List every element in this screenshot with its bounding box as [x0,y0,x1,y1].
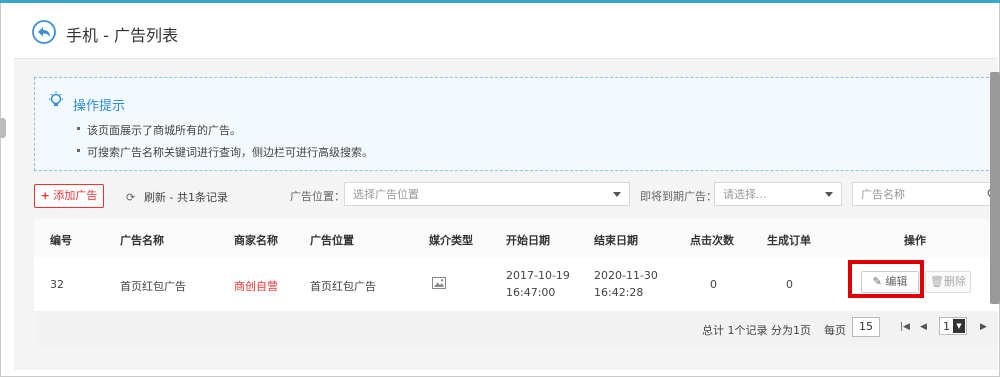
tips-title: 操作提示 [73,99,126,114]
top-accent-line [0,0,1000,3]
page-select[interactable]: 1 ▼ [939,317,967,335]
expire-select[interactable]: 请选择... [714,182,842,206]
page-content: 手机 - 广告列表 操作提示 该页面展示了商城所有的广告。 可搜索广告名称关键词… [14,6,999,370]
tip-item: 该页面展示了商城所有的广告。 [77,122,241,138]
tip-item: 可搜索广告名称关键词进行查询，侧边栏可进行高级搜索。 [77,144,373,160]
back-arrow-icon[interactable] [32,20,56,44]
page-header: 手机 - 广告列表 [14,6,998,59]
refresh-button[interactable]: ⟳ 刷新 - 共1条记录 [126,189,228,205]
chevron-down-icon [825,192,833,197]
cell-end-date: 2020-11-30 [594,269,658,282]
tip-text: 该页面展示了商城所有的广告。 [87,124,241,137]
pagination-bar: 总计 1个记录 分为1页 每页 15 |◀ ◀ 1 ▼ ▶ [34,311,998,346]
column-header: 操作 [904,234,926,247]
column-header: 媒介类型 [429,234,473,247]
refresh-icon: ⟳ [126,191,136,204]
sidebar-toggle-handle[interactable] [0,118,6,138]
lightbulb-icon [49,91,63,106]
delete-button[interactable]: 🗑删除 [925,271,971,293]
cell-id: 32 [50,278,64,291]
bullet-dot [77,149,80,152]
ad-table: 编号 广告名称 商家名称 广告位置 媒介类型 开始日期 结束日期 点击次数 生成… [34,219,998,346]
column-header: 结束日期 [594,234,638,247]
cell-ad-name: 首页红包广告 [120,280,186,293]
cell-orders: 0 [786,278,793,291]
column-header: 广告位置 [310,234,354,247]
column-header: 编号 [50,234,72,247]
tip-text: 可搜索广告名称关键词进行查询，侧边栏可进行高级搜索。 [87,146,373,159]
trash-icon: 🗑 [930,275,944,288]
chevron-down-icon [613,192,621,197]
prev-page-icon[interactable]: ◀ [920,322,927,332]
next-page-icon[interactable]: ▶ [980,322,987,332]
image-icon [432,277,446,289]
first-page-icon[interactable]: |◀ [900,322,910,332]
position-select-value: 选择广告位置 [353,188,419,201]
delete-label: 删除 [943,275,966,288]
search-input[interactable]: 广告名称 [852,182,999,206]
toolbar: + 添加广告 ⟳ 刷新 - 共1条记录 广告位置： 选择广告位置 即将到期广告： … [34,180,999,210]
per-page-input[interactable]: 15 [852,317,880,337]
cell-clicks: 0 [710,278,717,291]
refresh-label: 刷新 - 共1条记录 [144,191,228,204]
column-header: 点击次数 [690,234,734,247]
per-page-label: 每页 [824,324,846,337]
column-header: 广告名称 [120,234,164,247]
pagination-summary: 总计 1个记录 分为1页 [702,324,811,337]
search-placeholder: 广告名称 [861,188,905,201]
cell-end-time: 16:42:28 [594,286,644,299]
expire-select-value: 请选择... [723,188,767,201]
page-select-value: 1 [943,320,950,333]
column-header: 生成订单 [767,234,811,247]
cell-start-date: 2017-10-19 [506,269,570,282]
position-filter-label: 广告位置： [290,190,345,203]
cell-start-time: 16:47:00 [506,286,556,299]
plus-icon: + [40,189,50,202]
add-ad-button[interactable]: + 添加广告 [34,184,104,208]
expire-filter-label: 即将到期广告： [640,190,717,203]
cell-position: 首页红包广告 [310,280,376,293]
add-ad-label: 添加广告 [53,189,98,202]
table-header: 编号 广告名称 商家名称 广告位置 媒介类型 开始日期 结束日期 点击次数 生成… [34,219,998,258]
page-title: 手机 - 广告列表 [66,26,178,45]
scrollbar-thumb[interactable] [990,72,1000,304]
edit-highlight-box [848,260,924,298]
chevron-down-icon: ▼ [953,319,965,333]
column-header: 开始日期 [506,234,550,247]
column-header: 商家名称 [234,234,278,247]
tips-panel: 操作提示 该页面展示了商城所有的广告。 可搜索广告名称关键词进行查询，侧边栏可进… [34,77,999,171]
cell-merchant[interactable]: 商创自营 [234,278,278,294]
position-select[interactable]: 选择广告位置 [344,182,630,206]
bullet-dot [77,127,80,130]
